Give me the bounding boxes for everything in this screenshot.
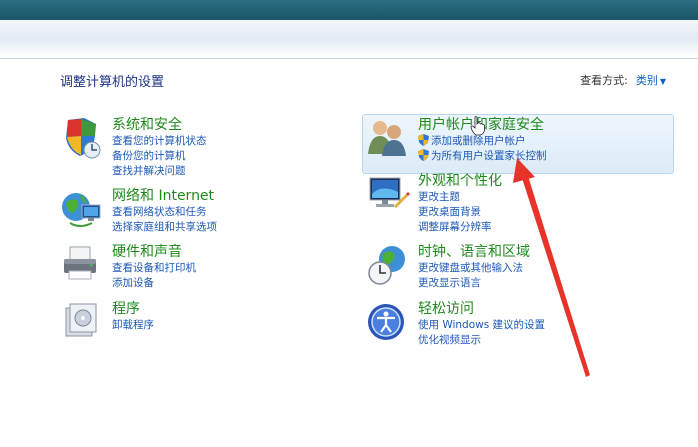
annotation-arrow-icon	[513, 158, 590, 377]
